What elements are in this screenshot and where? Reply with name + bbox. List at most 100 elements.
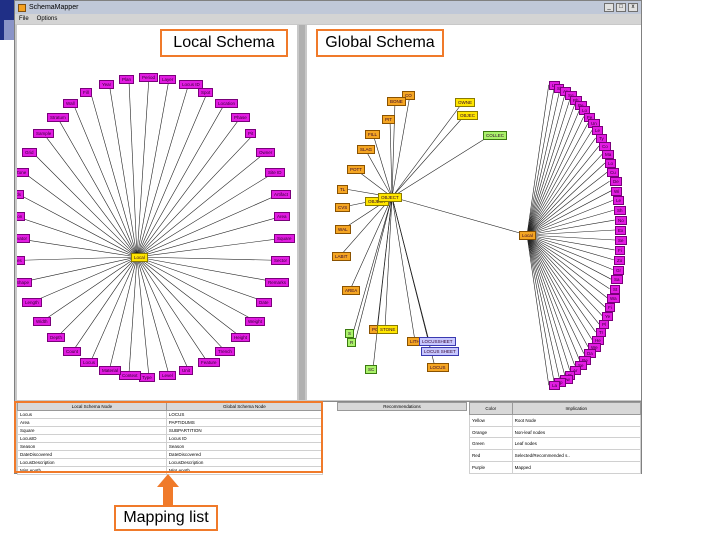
local-node[interactable]: Period xyxy=(139,73,159,82)
global-node-orange[interactable]: LOCUS xyxy=(427,363,449,372)
global-node-orange[interactable]: WAL xyxy=(335,225,351,234)
local-node[interactable]: Sector xyxy=(271,256,291,265)
local-node[interactable]: Level xyxy=(159,371,176,380)
local-node[interactable]: Phase xyxy=(231,113,250,122)
local-node[interactable]: Site ID xyxy=(265,168,285,177)
menu-options[interactable]: Options xyxy=(37,16,58,22)
local-node[interactable]: Trench xyxy=(215,347,235,356)
global-node-arc[interactable]: La xyxy=(549,381,561,390)
global-node-orange[interactable]: PIT xyxy=(382,115,396,124)
global-node-yellow[interactable]: OWNE xyxy=(455,98,475,107)
global-node-orange[interactable]: LABIT xyxy=(332,252,351,261)
local-node[interactable]: Context xyxy=(119,371,141,380)
global-node-arc[interactable]: Ex xyxy=(615,226,627,235)
global-node-green[interactable]: SC xyxy=(365,365,378,374)
local-node[interactable]: Area xyxy=(274,212,290,221)
global-node-yellow[interactable]: OBJEC xyxy=(457,111,479,120)
legend-header-implication[interactable]: Implication xyxy=(511,402,642,415)
legend-row[interactable]: Yellow Root Node xyxy=(469,413,642,427)
menu-file[interactable]: File xyxy=(19,16,29,22)
pane-splitter[interactable] xyxy=(299,25,305,400)
local-node[interactable]: Depth xyxy=(47,333,66,342)
local-node[interactable]: Remarks xyxy=(265,278,290,287)
minimize-button[interactable]: _ xyxy=(604,3,614,12)
local-node[interactable]: Notes xyxy=(17,256,25,265)
local-node[interactable]: Layer xyxy=(159,75,177,84)
global-object-node[interactable]: OBJECT xyxy=(378,193,402,202)
local-node[interactable]: Fill xyxy=(80,88,92,97)
local-node[interactable]: Date xyxy=(256,298,272,307)
local-schema-graph[interactable]: Period Layer Locus ID Spot Location Phase Pit O… xyxy=(17,25,297,400)
local-node[interactable]: Spot xyxy=(198,88,214,97)
global-node-arc[interactable]: St xyxy=(610,285,621,294)
global-node-arc[interactable]: Ma xyxy=(602,150,615,159)
legend-row[interactable]: Red Selected/Recommended s.. xyxy=(469,449,642,463)
global-node-orange[interactable]: CVS xyxy=(335,203,351,212)
global-node-arc[interactable]: Se xyxy=(615,236,627,245)
local-node[interactable]: Plan xyxy=(119,75,135,84)
legend-table[interactable]: Color Implication Yellow Root Node Orange N… xyxy=(469,402,642,474)
global-node-arc[interactable]: Lo xyxy=(605,159,617,168)
global-node-arc[interactable]: Fi xyxy=(605,303,615,312)
legend-header-color[interactable]: Color xyxy=(469,402,513,415)
global-node-purple[interactable]: LOCUSSHEET xyxy=(419,337,456,346)
local-node[interactable]: Season xyxy=(17,212,26,221)
local-node[interactable]: Material xyxy=(99,366,122,375)
local-node[interactable]: Width xyxy=(33,317,51,326)
close-button[interactable]: x xyxy=(628,3,638,12)
global-node-yellow[interactable]: STONE xyxy=(377,325,399,334)
legend-row[interactable]: Green Leaf nodes xyxy=(469,437,642,451)
global-node-orange[interactable]: TL xyxy=(337,185,349,194)
local-node[interactable]: Grid xyxy=(22,148,37,157)
global-hub-node[interactable]: Local xyxy=(519,231,536,240)
local-node[interactable]: Unit xyxy=(179,366,194,375)
local-node[interactable]: Square xyxy=(274,234,295,243)
global-node-orange[interactable]: SLAG xyxy=(357,145,376,154)
global-node-arc[interactable]: Gr xyxy=(613,266,624,275)
legend-row[interactable]: Purple Mapped xyxy=(469,461,642,474)
global-node-arc[interactable]: Fi xyxy=(615,246,625,255)
local-node[interactable]: Pit xyxy=(245,129,257,138)
maximize-button[interactable]: □ xyxy=(616,3,626,12)
global-node-arc[interactable]: Sa xyxy=(611,275,623,284)
legend-row[interactable]: Orange Non-leaf nodes xyxy=(469,425,642,439)
global-node-green[interactable]: R xyxy=(347,338,357,347)
local-node[interactable]: Feature xyxy=(198,358,220,367)
local-root-node[interactable]: Local xyxy=(131,253,148,262)
local-node[interactable]: Location xyxy=(215,99,239,108)
local-node[interactable]: Owner xyxy=(256,148,276,157)
local-node[interactable]: Shape xyxy=(17,278,33,287)
local-node[interactable]: Zone xyxy=(17,168,30,177)
local-node[interactable]: Weight xyxy=(245,317,265,326)
global-node-orange[interactable]: AREA xyxy=(342,286,361,295)
local-node[interactable]: Stratum xyxy=(47,113,69,122)
global-node-orange[interactable]: POTT xyxy=(347,165,365,174)
local-node[interactable]: Artifact xyxy=(271,190,292,199)
local-node[interactable]: Count xyxy=(63,347,82,356)
global-node-arc[interactable]: Wi xyxy=(611,187,623,196)
global-node-purple[interactable]: LOCUS SHEET xyxy=(421,347,459,356)
global-schema-graph[interactable]: COBONEPITFILLSLAGPOTTTLCVSWALLABITAREAPO… xyxy=(307,25,641,400)
local-node[interactable]: Type xyxy=(139,373,155,382)
local-node[interactable]: Finds xyxy=(17,190,25,199)
local-node[interactable]: Locus xyxy=(80,358,99,367)
local-node[interactable]: Excavator xyxy=(17,234,31,243)
global-node-arc[interactable]: Le xyxy=(613,196,625,205)
local-node[interactable]: Height xyxy=(231,333,251,342)
global-node-arc[interactable]: Zo xyxy=(614,256,626,265)
global-node-arc[interactable]: Wa xyxy=(607,294,620,303)
global-node-green[interactable]: S xyxy=(345,329,355,338)
local-node[interactable]: Year xyxy=(99,80,115,89)
global-node-arc[interactable]: De xyxy=(610,177,622,186)
global-node-arc[interactable]: Sh xyxy=(614,206,626,215)
global-node-arc[interactable]: Cu xyxy=(607,168,619,177)
global-node-orange[interactable]: FILL xyxy=(365,130,381,139)
global-node-arc[interactable]: No xyxy=(615,216,627,225)
local-node[interactable]: Length xyxy=(22,298,42,307)
local-node[interactable]: Sample xyxy=(33,129,55,138)
global-node-orange[interactable]: BONE xyxy=(387,97,406,106)
recommendations-header[interactable]: Recommendations xyxy=(337,401,467,412)
local-node[interactable]: Wall xyxy=(63,99,78,108)
global-node-green[interactable]: COLLEC xyxy=(483,131,508,140)
recommendations-table[interactable]: Recommendations xyxy=(337,401,467,474)
